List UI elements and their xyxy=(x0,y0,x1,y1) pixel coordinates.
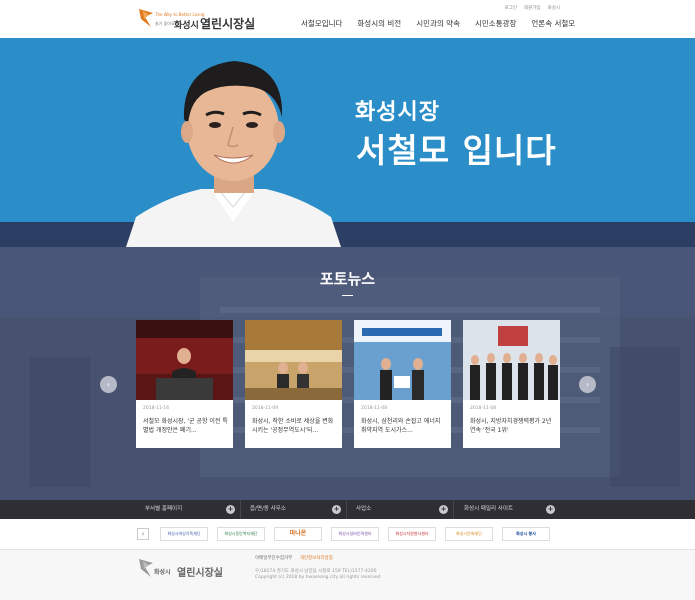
hero-banner xyxy=(0,38,695,222)
nav-item-intro[interactable]: 서철모입니다 xyxy=(301,18,342,29)
plus-icon[interactable]: + xyxy=(546,505,555,514)
news-card[interactable]: 2018-11-09 화성시, 착한 소비로 세상을 변화시키는 '공정무역도시… xyxy=(245,320,342,448)
family-agencies[interactable]: 사업소 xyxy=(356,500,371,519)
logo-mark-icon xyxy=(139,9,153,27)
news-date: 2018-11-09 xyxy=(252,406,279,411)
banner-item[interactable]: 화성시 봉사 xyxy=(502,527,550,541)
news-thumbnail xyxy=(463,320,560,400)
next-arrow-icon[interactable]: › xyxy=(579,376,596,393)
site-logo[interactable]: The Way to Better Living 살기 좋아요 화성시 열린시장… xyxy=(137,7,257,33)
banner-item[interactable]: 화성시문화재단 xyxy=(445,527,493,541)
news-date: 2018-11-16 xyxy=(143,406,170,411)
plus-icon[interactable]: + xyxy=(439,505,448,514)
news-title: 화성시, 삼천리와 손잡고 에너지 취약지역 도시가스... xyxy=(361,418,441,434)
banner-item[interactable]: 화성시동탄복지재단 xyxy=(217,527,265,541)
footer-link-privacy[interactable]: 개인정보처리방침 xyxy=(300,556,333,561)
prev-arrow-icon[interactable]: ‹ xyxy=(100,376,117,393)
nav-item-press[interactable]: 언론속 서철모 xyxy=(531,18,575,29)
divider xyxy=(453,500,454,519)
hero-headline: 서철모 입니다 xyxy=(356,131,557,170)
plus-icon[interactable]: + xyxy=(332,505,341,514)
logo-slogan: 살기 좋아요 xyxy=(155,21,175,26)
news-date: 2018-11-08 xyxy=(470,406,497,411)
mayor-portrait xyxy=(126,61,341,247)
footer-links: 이메일무단수집거부 개인정보처리방침 xyxy=(255,555,333,561)
nav-item-vision[interactable]: 화성시의 비전 xyxy=(357,18,401,29)
divider xyxy=(346,500,347,519)
footer-logo-city: 화성시 xyxy=(154,569,171,576)
news-title: 화성시, 지방자치경쟁력평가 2년 연속 '전국 1위' xyxy=(470,418,552,434)
nav-item-promise[interactable]: 시민과의 약속 xyxy=(416,18,460,29)
news-thumbnail xyxy=(245,320,342,400)
photo-news-title: 포토뉴스 xyxy=(319,270,376,288)
footer-link-email-policy[interactable]: 이메일무단수집거부 xyxy=(255,556,292,561)
banner-item[interactable]: 마나온 xyxy=(274,527,322,541)
news-card[interactable]: 2018-11-08 화성시, 삼천리와 손잡고 에너지 취약지역 도시가스..… xyxy=(354,320,451,448)
banner-prev-icon[interactable]: ‹ xyxy=(137,528,149,540)
family-sites[interactable]: 화성시 패밀리 사이트 xyxy=(464,500,513,519)
family-dept-sites[interactable]: 부서별 홈페이지 xyxy=(145,500,182,519)
logo-city: 화성시 xyxy=(174,21,199,31)
news-thumbnail xyxy=(354,320,451,400)
util-link-join[interactable]: 회원가입 xyxy=(524,5,541,11)
banner-item[interactable]: 화성시실버인력센터 xyxy=(331,527,379,541)
logo-tagline: The Way to Better Living xyxy=(155,12,205,17)
hero-navy-band xyxy=(0,222,695,247)
hero-title: 화성시장 xyxy=(355,100,440,125)
logo-name: 열린시장실 xyxy=(200,17,256,31)
banner-item[interactable]: 화성시자원봉사센터 xyxy=(388,527,436,541)
footer-copyright: Copyright (c) 2018 by hwaseong city all … xyxy=(255,575,382,580)
footer-logo-name: 열린시장실 xyxy=(177,568,223,579)
util-link-city[interactable]: 화성시 xyxy=(548,5,560,11)
footer-address: 우)18274 경기도 화성시 남양읍 시청로 159 TEL)1577-420… xyxy=(255,569,377,574)
news-card[interactable]: 2018-11-16 서철모 화성시장, '군 공항 이전 특별법 개정안은 폐… xyxy=(136,320,233,448)
news-thumbnail xyxy=(136,320,233,400)
divider xyxy=(240,500,241,519)
news-date: 2018-11-08 xyxy=(361,406,388,411)
family-site-bar xyxy=(0,500,695,519)
news-title: 화성시, 착한 소비로 세상을 변화시키는 '공정무역도시'되... xyxy=(252,418,334,434)
main-nav: 서철모입니다 화성시의 비전 시민과의 약속 시민소통광장 언론속 서철모 xyxy=(301,18,590,29)
footer-logo-mark-icon xyxy=(139,559,153,577)
plus-icon[interactable]: + xyxy=(226,505,235,514)
title-underline xyxy=(342,295,353,296)
news-title: 서철모 화성시장, '군 공항 이전 특별법 개정안은 폐기... xyxy=(143,418,228,434)
family-district-offices[interactable]: 읍/면/동 사무소 xyxy=(250,500,286,519)
util-link-login[interactable]: 로그인 xyxy=(505,5,517,11)
banner-item[interactable]: 화성시여성가족재단 xyxy=(160,527,208,541)
utility-links: 로그인 회원가입 화성시 xyxy=(505,5,560,11)
news-card[interactable]: 2018-11-08 화성시, 지방자치경쟁력평가 2년 연속 '전국 1위' xyxy=(463,320,560,448)
site-header: The Way to Better Living 살기 좋아요 화성시 열린시장… xyxy=(0,0,695,38)
nav-item-communication[interactable]: 시민소통광장 xyxy=(475,18,516,29)
